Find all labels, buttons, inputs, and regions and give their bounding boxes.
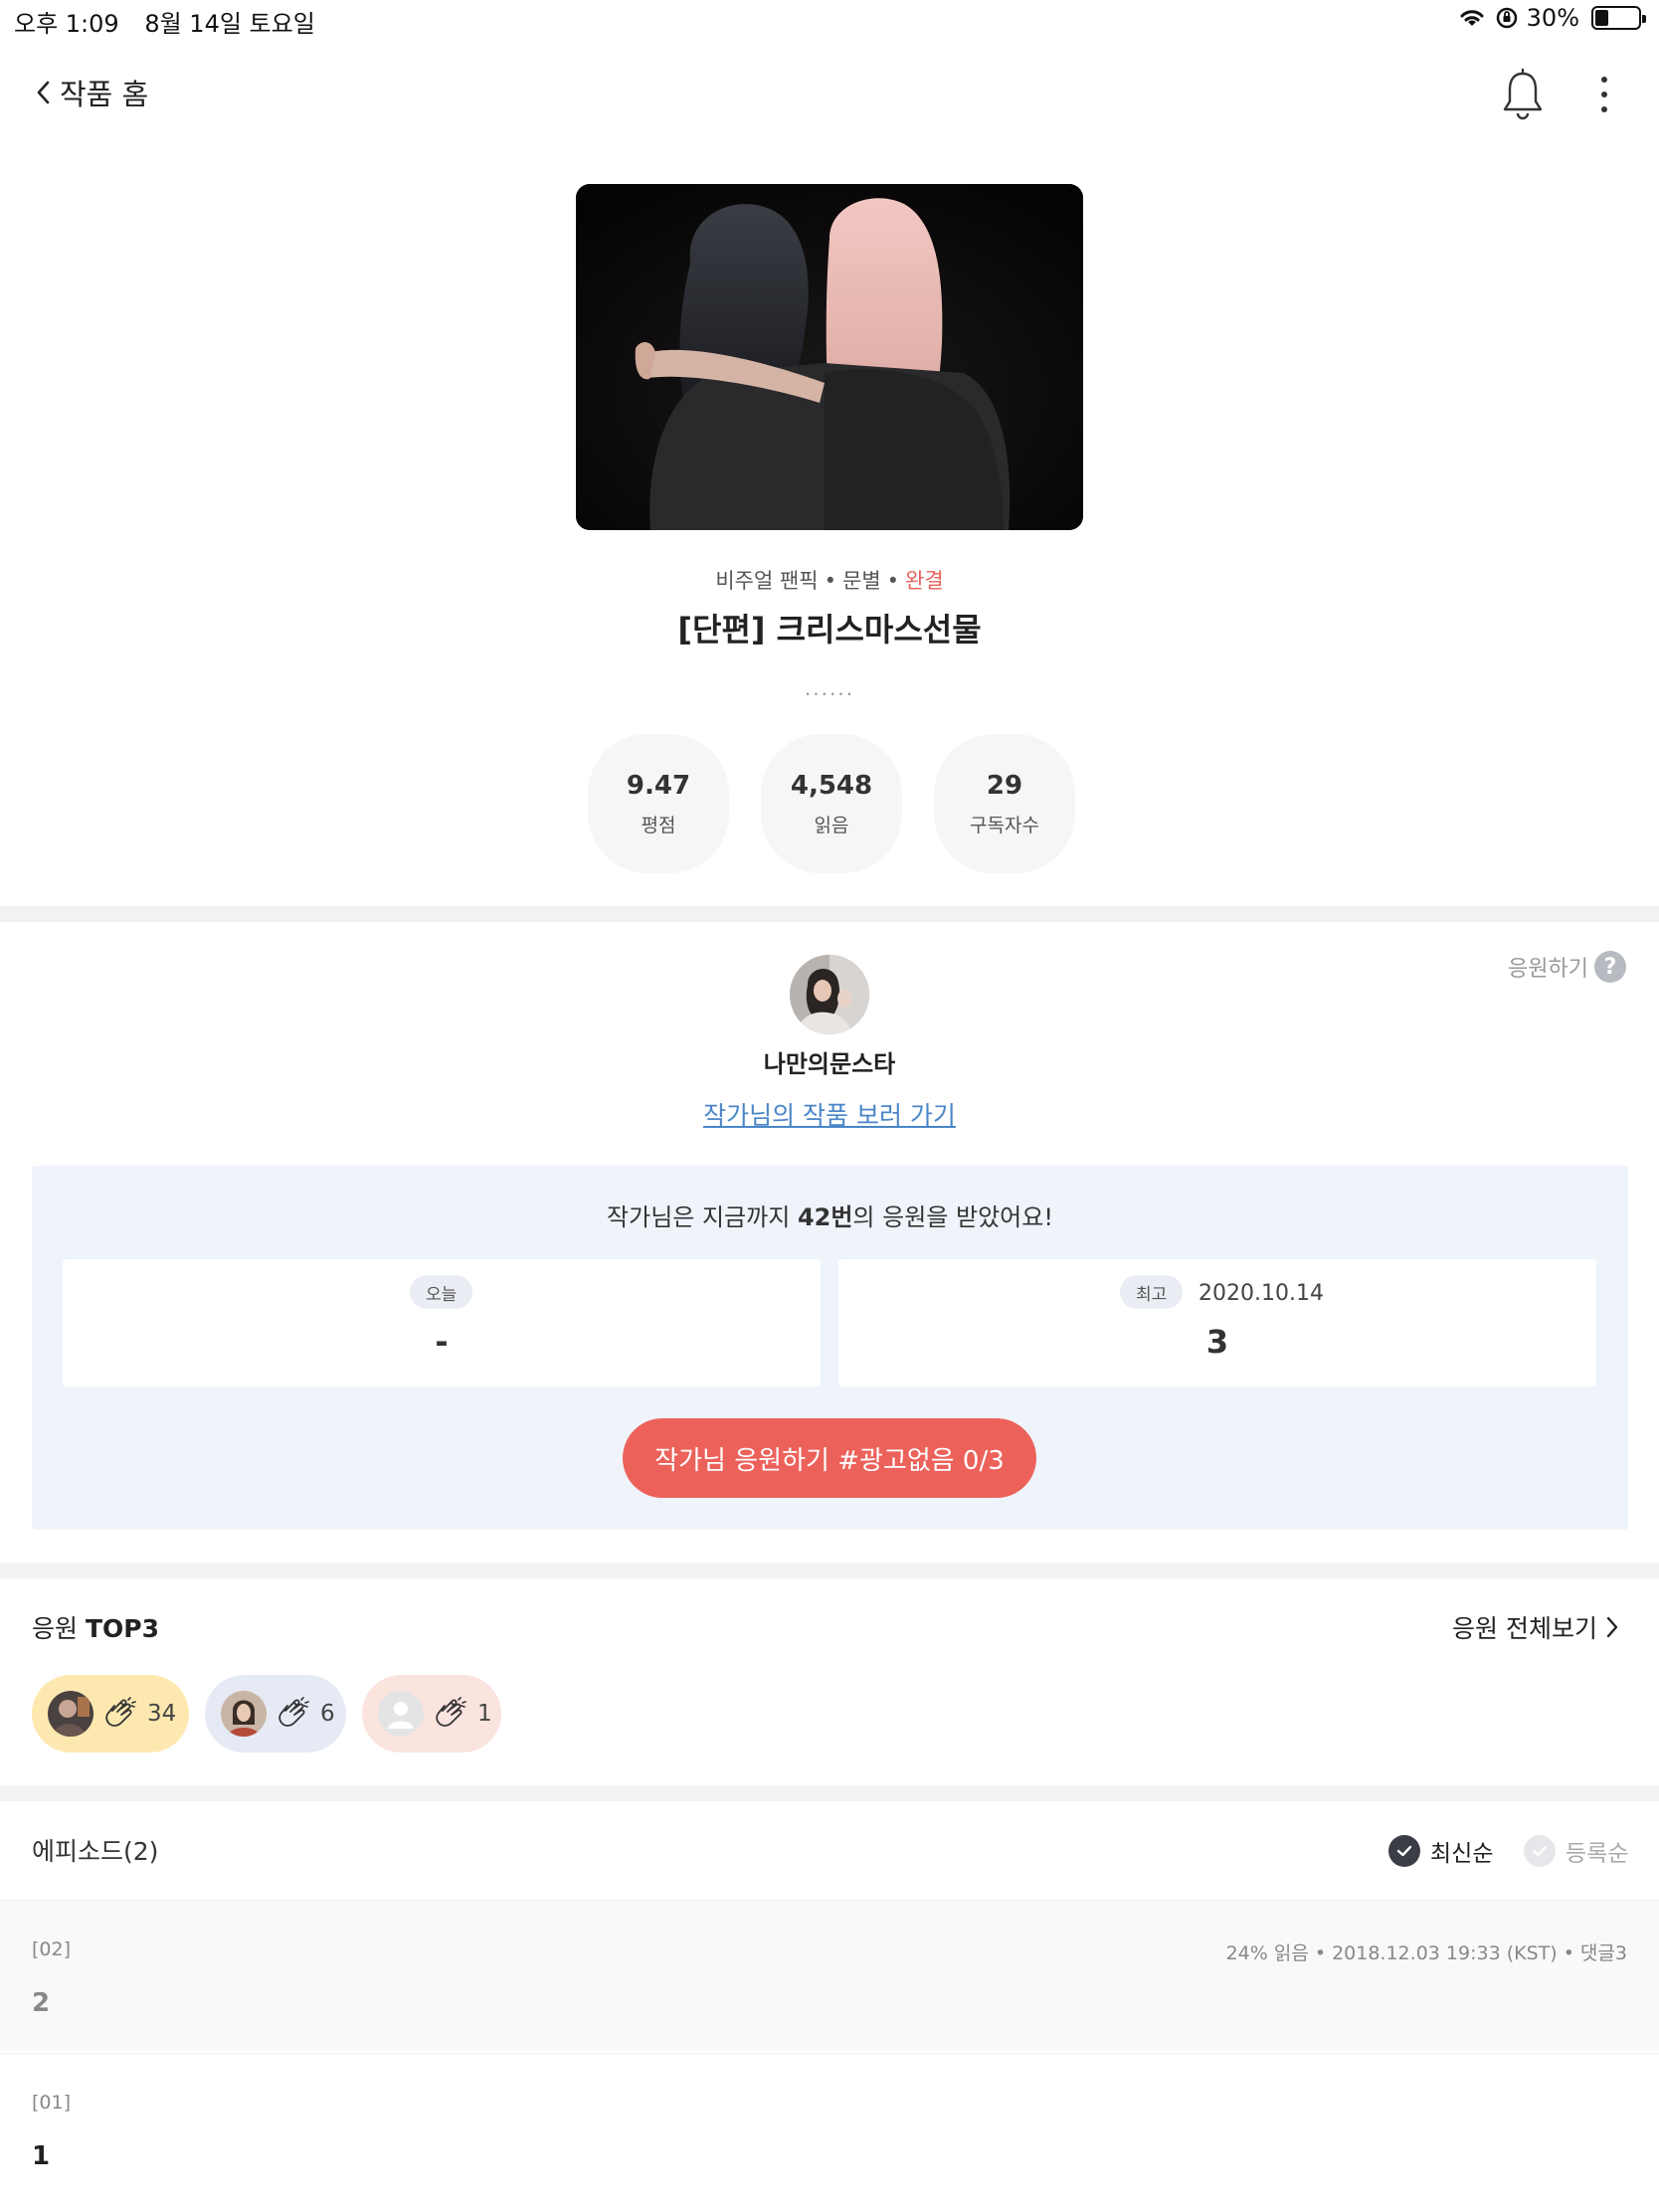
episode-title: 1 bbox=[32, 2141, 51, 2171]
support-summary-post: 의 응원을 받았어요! bbox=[852, 1203, 1053, 1231]
best-support-card: 최고 2020.10.14 3 bbox=[838, 1259, 1596, 1386]
sort-latest-button[interactable]: 최신순 bbox=[1388, 1834, 1493, 1868]
view-all-label: 응원 전체보기 bbox=[1452, 1614, 1597, 1643]
section-divider bbox=[0, 1563, 1659, 1578]
author-works-link[interactable]: 작가님의 작품 보러 가기 bbox=[703, 1101, 956, 1130]
work-meta: 비주얼 팬픽 • 문별 • 완결 bbox=[0, 565, 1659, 595]
fan-avatar bbox=[48, 1691, 93, 1737]
sort-register-label: 등록순 bbox=[1566, 1841, 1629, 1867]
section-divider bbox=[0, 906, 1659, 922]
support-count: 42번 bbox=[797, 1203, 853, 1231]
chevron-left-icon bbox=[37, 81, 50, 104]
back-button[interactable]: 작품 홈 bbox=[34, 72, 148, 113]
top3-title-pre: 응원 bbox=[32, 1614, 86, 1643]
fan-count: 1 bbox=[477, 1701, 492, 1727]
stat-label: 읽음 bbox=[814, 814, 849, 836]
stat-subscribers: 29 구독자수 bbox=[934, 734, 1075, 873]
battery-icon bbox=[1591, 6, 1646, 30]
battery-cap bbox=[1642, 15, 1646, 23]
wifi-icon bbox=[1460, 10, 1484, 26]
work-description: ...... bbox=[804, 676, 855, 700]
default-avatar-icon bbox=[378, 1691, 424, 1737]
battery-fill bbox=[1595, 10, 1608, 26]
fan-chip-1[interactable]: 34 bbox=[32, 1675, 189, 1752]
stats-row: 9.47 평점 4,548 읽음 29 구독자수 bbox=[588, 734, 1075, 873]
episode-number: [01] bbox=[32, 2092, 72, 2114]
episode-title: 2 bbox=[32, 1988, 51, 2018]
fan-chip-2[interactable]: 6 bbox=[205, 1675, 346, 1752]
chevron-right-icon bbox=[1606, 1616, 1618, 1638]
author-avatar[interactable] bbox=[790, 955, 869, 1034]
rotation-lock-icon bbox=[1496, 7, 1517, 29]
status-bar: 오후 1:09 8월 14일 토요일 30% bbox=[0, 0, 1659, 40]
work-category: 비주얼 팬픽 bbox=[715, 569, 819, 593]
stat-value: 29 bbox=[986, 770, 1023, 801]
episode-row[interactable]: [01] 1 bbox=[0, 2053, 1659, 2204]
help-icon: ? bbox=[1593, 951, 1626, 983]
status-right: 30% bbox=[1457, 4, 1646, 32]
episode-row[interactable]: [02] 24% 읽음 • 2018.12.03 19:33 (KST) • 댓… bbox=[0, 1900, 1659, 2051]
work-type: 문별 bbox=[842, 569, 881, 593]
support-help-button[interactable]: 응원하기 ? bbox=[1508, 951, 1626, 983]
status-date: 8월 14일 토요일 bbox=[144, 10, 315, 38]
support-summary-pre: 작가님은 지금까지 bbox=[607, 1203, 798, 1231]
today-value: - bbox=[435, 1323, 449, 1361]
meta-separator: • bbox=[824, 569, 836, 593]
stat-reads: 4,548 읽음 bbox=[761, 734, 902, 873]
support-summary: 작가님은 지금까지 42번의 응원을 받았어요! bbox=[32, 1198, 1628, 1232]
fan-avatar bbox=[221, 1691, 267, 1737]
best-label: 최고 bbox=[1120, 1275, 1184, 1309]
best-date: 2020.10.14 bbox=[1198, 1281, 1324, 1306]
view-all-support-link[interactable]: 응원 전체보기 bbox=[1452, 1609, 1619, 1645]
today-label: 오늘 bbox=[410, 1275, 473, 1309]
bell-icon[interactable] bbox=[1500, 68, 1546, 121]
stat-value: 4,548 bbox=[790, 770, 873, 801]
stat-value: 9.47 bbox=[626, 770, 691, 801]
top3-title-bold: TOP3 bbox=[85, 1614, 159, 1643]
episodes-header: 에피소드(2) bbox=[32, 1837, 159, 1866]
check-icon bbox=[1524, 1835, 1556, 1867]
sort-register-button[interactable]: 등록순 bbox=[1524, 1834, 1628, 1868]
fan-count: 34 bbox=[147, 1701, 177, 1727]
sort-latest-label: 최신순 bbox=[1430, 1841, 1494, 1867]
fan-chip-3[interactable]: 1 bbox=[362, 1675, 501, 1752]
work-status: 완결 bbox=[905, 569, 944, 593]
support-author-button[interactable]: 작가님 응원하기 #광고없음 0/3 bbox=[623, 1418, 1036, 1498]
work-title: [단편] 크리스마스선물 bbox=[677, 611, 982, 648]
top3-fans: 34 6 1 bbox=[32, 1675, 501, 1752]
back-label: 작품 홈 bbox=[60, 78, 149, 111]
top-nav: 작품 홈 bbox=[0, 60, 1659, 129]
episode-meta: 24% 읽음 • 2018.12.03 19:33 (KST) • 댓글3 bbox=[1225, 1942, 1627, 1964]
support-panel: 작가님은 지금까지 42번의 응원을 받았어요! 오늘 - 최고 2020.10… bbox=[32, 1166, 1628, 1530]
author-works-link-row: 작가님의 작품 보러 가기 bbox=[0, 1096, 1659, 1132]
fan-count: 6 bbox=[320, 1701, 335, 1727]
battery-percent: 30% bbox=[1526, 4, 1579, 32]
clap-icon bbox=[436, 1697, 466, 1727]
stat-label: 구독자수 bbox=[970, 814, 1039, 836]
cover-image bbox=[576, 184, 1083, 530]
best-value: 3 bbox=[1205, 1323, 1229, 1361]
clap-icon bbox=[278, 1697, 309, 1727]
section-divider bbox=[0, 1785, 1659, 1801]
stat-rating: 9.47 평점 bbox=[588, 734, 729, 873]
status-time: 오후 1:09 bbox=[14, 10, 119, 38]
author-name: 나만의문스타 bbox=[763, 1050, 896, 1078]
top3-title: 응원 TOP3 bbox=[32, 1609, 159, 1645]
check-icon bbox=[1388, 1835, 1420, 1867]
episode-number: [02] bbox=[32, 1938, 72, 1960]
clap-icon bbox=[105, 1697, 136, 1727]
today-support-card: 오늘 - bbox=[63, 1259, 821, 1386]
more-vertical-icon[interactable] bbox=[1589, 70, 1619, 119]
status-left: 오후 1:09 8월 14일 토요일 bbox=[14, 4, 333, 39]
meta-separator: • bbox=[886, 569, 900, 593]
support-help-label: 응원하기 bbox=[1508, 957, 1588, 982]
stat-label: 평점 bbox=[641, 814, 676, 836]
